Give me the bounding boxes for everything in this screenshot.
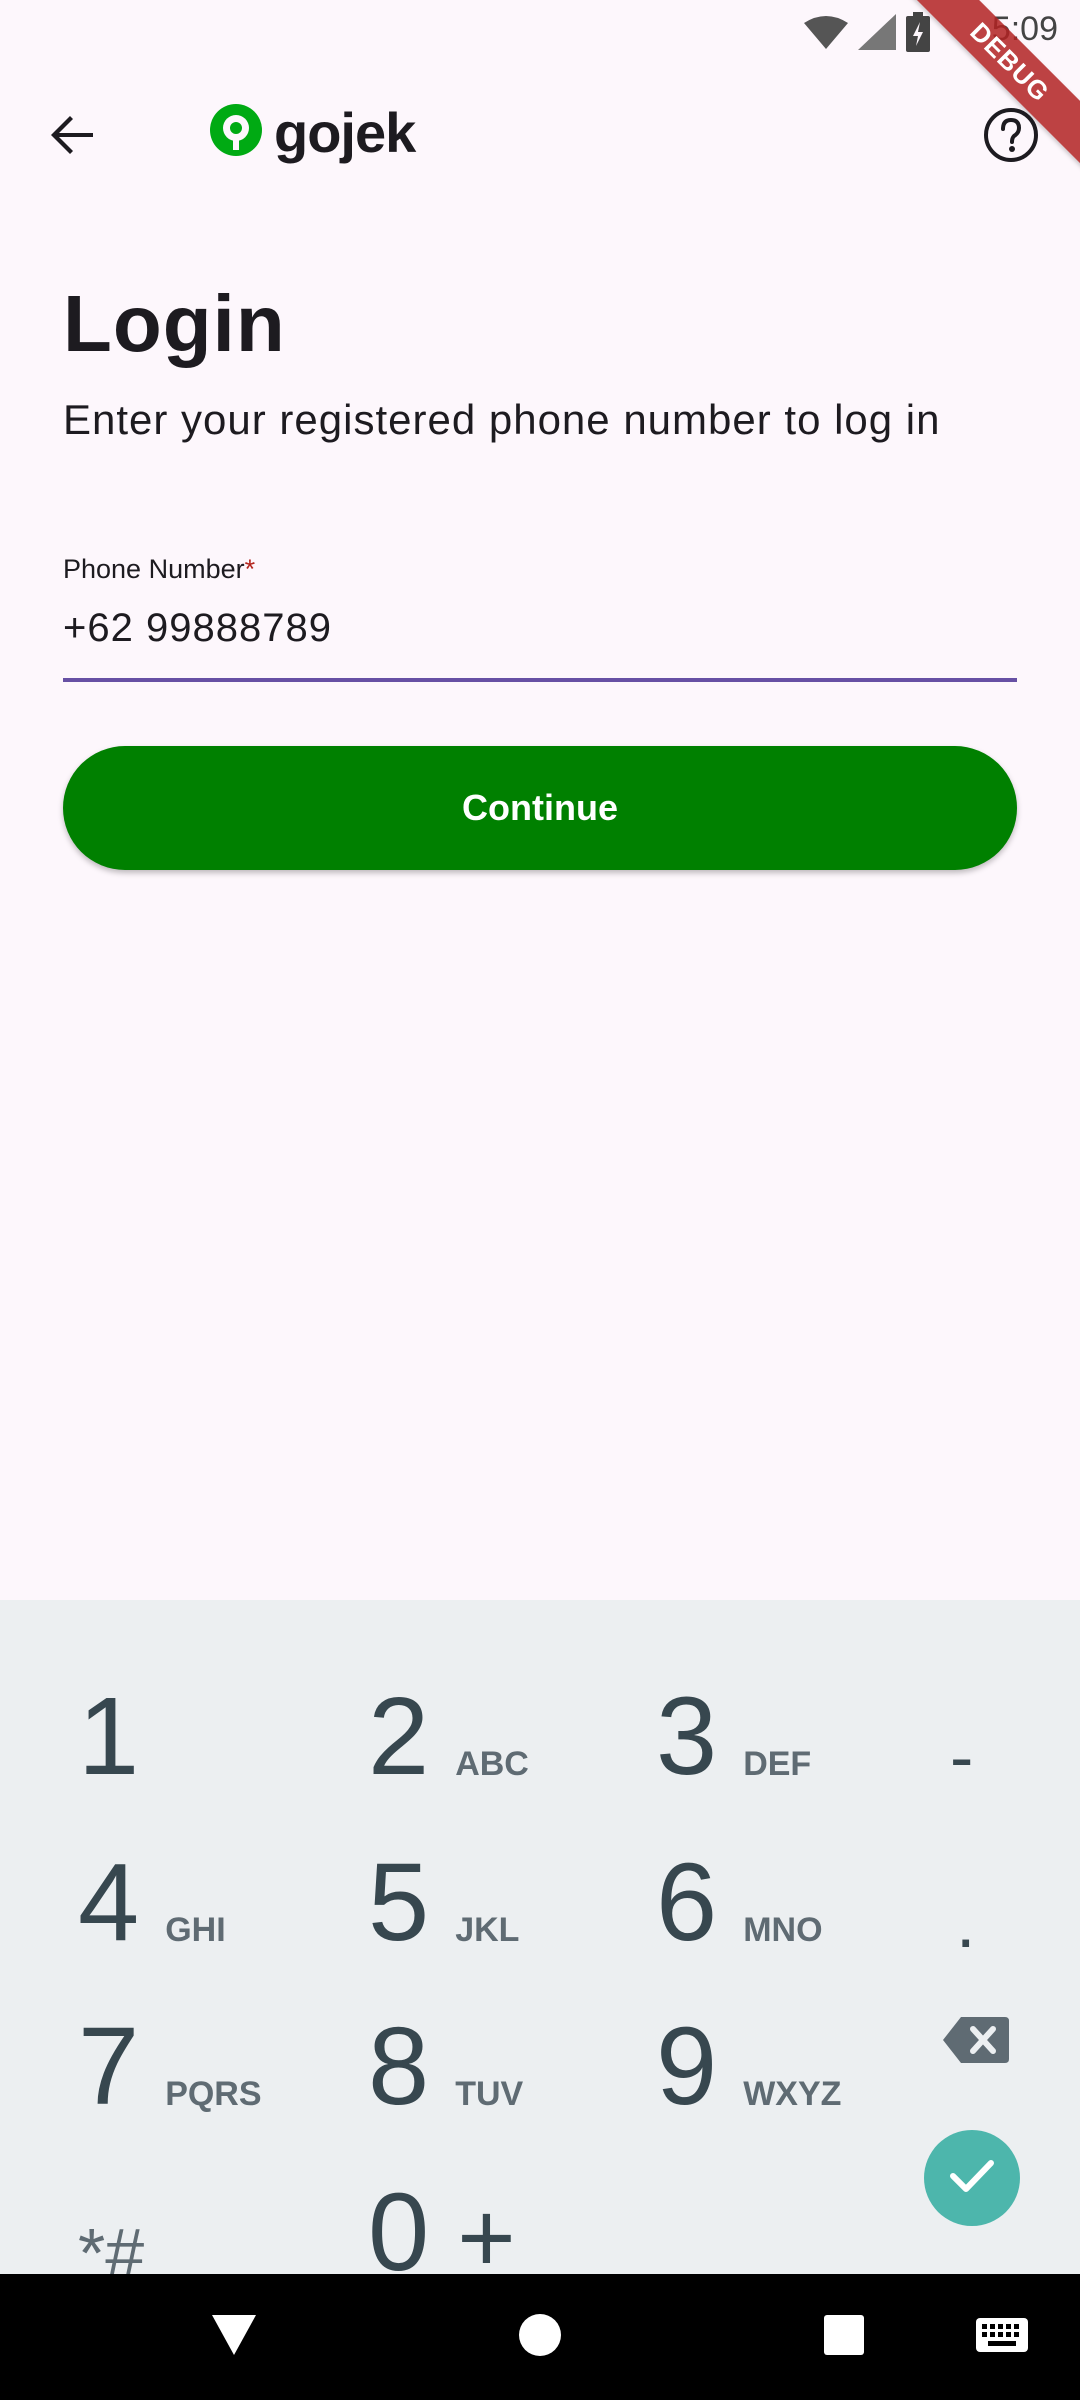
key-digit: 8	[368, 2005, 430, 2128]
nav-home-button[interactable]	[480, 2274, 600, 2400]
key-8[interactable]: 8 TUV	[368, 1962, 628, 2122]
home-circle-icon	[518, 2313, 562, 2362]
key-star-hash[interactable]: *#	[78, 2128, 338, 2288]
phone-number-label-text: Phone Number	[63, 554, 245, 584]
key-digit: 0	[368, 2171, 430, 2294]
key-plus: +	[457, 2182, 516, 2294]
phone-number-field[interactable]: Phone Number* +62 99888789	[63, 554, 1017, 682]
key-2[interactable]: 2 ABC	[368, 1632, 628, 1792]
key-letters: TUV	[455, 2075, 524, 2113]
key-7[interactable]: 7 PQRS	[78, 1962, 338, 2122]
key-letters: JKL	[455, 1911, 520, 1949]
status-icons	[804, 12, 930, 57]
key-digit: 7	[78, 2005, 140, 2128]
backspace-key[interactable]	[936, 1992, 1016, 2092]
field-underline	[63, 678, 1017, 682]
key-digit: 2	[368, 1675, 430, 1798]
key-space[interactable]: _	[680, 2128, 800, 2288]
arrow-back-icon	[49, 111, 97, 164]
key-letters: MNO	[743, 1911, 823, 1949]
status-bar: 5:09	[0, 0, 1080, 60]
nav-keyboard-button[interactable]	[942, 2274, 1062, 2400]
key-dash[interactable]: -	[950, 1632, 1050, 1792]
key-period[interactable]: .	[956, 1798, 1056, 1958]
key-letters: WXYZ	[743, 2075, 842, 2113]
logo-text: gojek	[274, 100, 416, 164]
back-button[interactable]	[40, 104, 106, 170]
gojek-logo-icon	[208, 102, 264, 163]
key-letters: DEF	[743, 1745, 812, 1783]
wifi-icon	[804, 15, 848, 54]
key-0[interactable]: 0 +	[368, 2128, 628, 2294]
backspace-icon	[943, 2016, 1009, 2068]
key-5[interactable]: 5 JKL	[368, 1798, 628, 1958]
help-circle-icon	[983, 107, 1039, 168]
keyboard-icon	[976, 2317, 1028, 2357]
key-digit: .	[956, 1884, 976, 1962]
battery-charging-icon	[906, 12, 930, 57]
confirm-key[interactable]	[924, 2130, 1020, 2226]
key-1[interactable]: 1	[78, 1632, 338, 1792]
gojek-logo: gojek	[208, 100, 416, 164]
key-letters: ABC	[455, 1745, 529, 1783]
key-6[interactable]: 6 MNO	[656, 1798, 916, 1958]
system-nav-bar	[0, 2274, 1080, 2400]
back-triangle-icon	[212, 2314, 256, 2360]
check-icon	[950, 2159, 994, 2198]
phone-number-value[interactable]: +62 99888789	[63, 606, 332, 651]
key-digit: 4	[78, 1841, 140, 1964]
recents-square-icon	[824, 2314, 864, 2360]
key-digit: 1	[78, 1675, 140, 1798]
page-subtitle: Enter your registered phone number to lo…	[63, 396, 941, 443]
key-digit: 9	[656, 2005, 718, 2128]
app-bar: gojek	[0, 96, 1080, 176]
nav-recents-button[interactable]	[784, 2274, 904, 2400]
help-button[interactable]	[978, 104, 1044, 170]
numeric-keypad: 1 2 ABC 3 DEF - 4 GHI 5 JKL 6 MNO . 7 PQ…	[0, 1600, 1080, 2288]
key-3[interactable]: 3 DEF	[656, 1632, 916, 1792]
key-9[interactable]: 9 WXYZ	[656, 1962, 916, 2122]
signal-icon	[858, 14, 896, 55]
nav-back-button[interactable]	[174, 2274, 294, 2400]
phone-number-label: Phone Number*	[63, 554, 1017, 585]
key-digit: -	[950, 1718, 974, 1796]
key-digit: 5	[368, 1841, 430, 1964]
page-title: Login	[63, 279, 286, 368]
continue-button[interactable]: Continue	[63, 746, 1017, 870]
key-digit: 6	[656, 1841, 718, 1964]
key-4[interactable]: 4 GHI	[78, 1798, 338, 1958]
key-digit: 3	[656, 1675, 718, 1798]
key-letters: GHI	[165, 1911, 226, 1949]
required-marker: *	[244, 554, 256, 584]
key-letters: PQRS	[165, 2075, 262, 2113]
